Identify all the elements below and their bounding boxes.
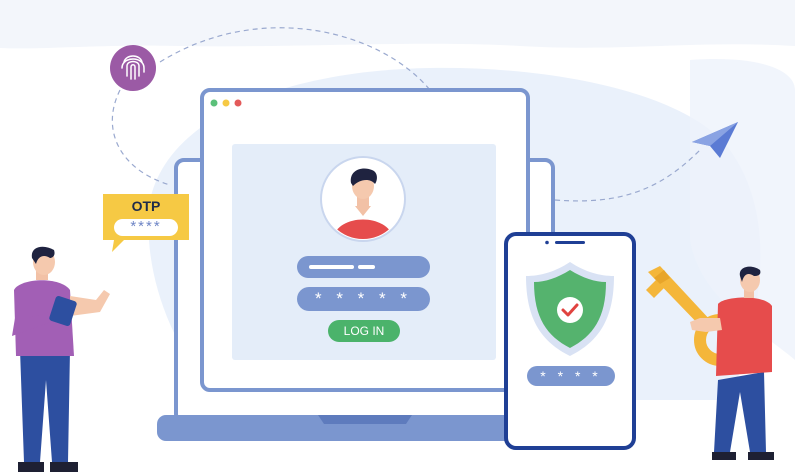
login-button[interactable]: LOG IN: [328, 320, 400, 342]
user-avatar-icon: [320, 156, 406, 242]
man-with-tablet: [12, 246, 110, 472]
fingerprint-icon: [110, 45, 156, 91]
password-mask: * * * * *: [315, 289, 412, 308]
window-dot-yellow: [222, 99, 230, 107]
window-dot-red: [234, 99, 242, 107]
background-blob: [0, 0, 795, 49]
otp-title: OTP: [131, 198, 161, 214]
otp-code: ****: [130, 218, 162, 235]
illustration: [0, 0, 795, 472]
username-field[interactable]: [297, 256, 430, 278]
window-dot-green: [210, 99, 218, 107]
phone-pin-mask: * * * *: [540, 368, 602, 384]
